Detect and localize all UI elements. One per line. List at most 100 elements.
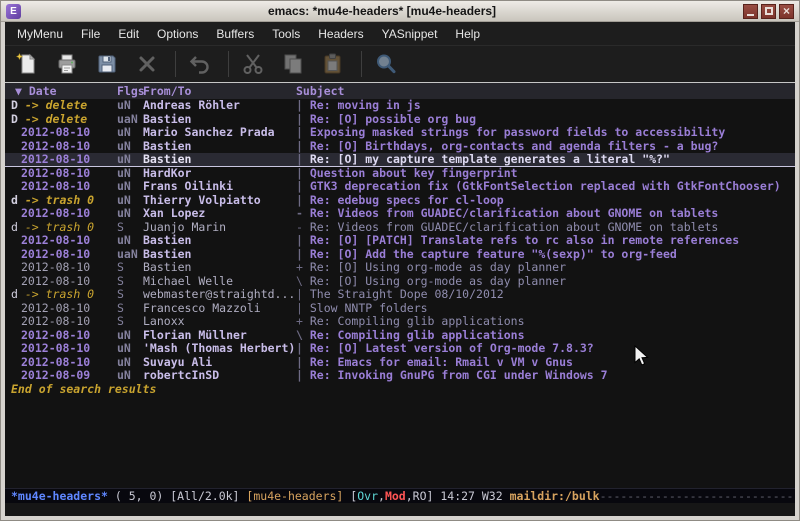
undo-icon[interactable] <box>186 50 214 78</box>
modeline-plain: ( 5, 0) <box>108 489 170 503</box>
close-icon[interactable] <box>133 50 161 78</box>
print-icon[interactable] <box>53 50 81 78</box>
thread-prefix: | <box>296 113 310 126</box>
thread-prefix: | <box>296 180 310 193</box>
message-row[interactable]: d -> trash 0Swebmaster@straightd...| The… <box>5 288 795 302</box>
message-from: Bastien <box>143 234 296 248</box>
copy-icon[interactable] <box>279 50 307 78</box>
new-document-icon[interactable] <box>13 50 41 78</box>
search-icon[interactable] <box>372 50 400 78</box>
message-date: 2012-08-10 <box>11 275 117 289</box>
message-row[interactable]: 2012-08-10SLanoxx+ Re: Compiling glib ap… <box>5 315 795 329</box>
message-from: Mario Sanchez Prada <box>143 126 296 140</box>
message-row[interactable]: 2012-08-10uNMario Sanchez Prada| Exposin… <box>5 126 795 140</box>
title-bar[interactable]: E emacs: *mu4e-headers* [mu4e-headers] × <box>1 1 799 22</box>
message-flags: S <box>117 221 143 235</box>
message-subject: | Exposing masked strings for password f… <box>296 126 795 140</box>
menu-headers[interactable]: Headers <box>309 24 372 44</box>
column-header-subject[interactable]: Subject <box>296 83 795 99</box>
message-date: 2012-08-09 <box>11 369 117 383</box>
message-row[interactable]: 2012-08-10uNBastien| Re: [O] my capture … <box>5 153 795 167</box>
message-flags: uN <box>117 180 143 194</box>
message-flags: S <box>117 302 143 316</box>
emacs-icon[interactable]: E <box>6 4 21 19</box>
minimize-button[interactable] <box>743 4 758 19</box>
message-row[interactable]: D -> deleteuaNBastien| Re: [O] possible … <box>5 113 795 127</box>
thread-prefix: - <box>296 221 310 234</box>
close-button[interactable]: × <box>779 4 794 19</box>
message-from: robertcInSD <box>143 369 296 383</box>
thread-prefix: + <box>296 315 310 328</box>
message-from: HardKor <box>143 167 296 181</box>
message-date: 2012-08-10 <box>11 167 117 181</box>
menu-edit[interactable]: Edit <box>109 24 148 44</box>
message-row[interactable]: 2012-08-10uNFrans Oilinki| GTK3 deprecat… <box>5 180 795 194</box>
message-row[interactable]: 2012-08-10uNHardKor| Question about key … <box>5 167 795 181</box>
message-row[interactable]: 2012-08-10uNSuvayu Ali| Re: Emacs for em… <box>5 356 795 370</box>
message-row[interactable]: 2012-08-10uNFlorian Müllner\ Re: Compili… <box>5 329 795 343</box>
message-date: 2012-08-10 <box>11 140 117 154</box>
message-date: 2012-08-10 <box>11 180 117 194</box>
message-row[interactable]: 2012-08-10uaNBastien| Re: [O] Add the ca… <box>5 248 795 262</box>
message-row[interactable]: D -> deleteuNAndreas Röhler| Re: moving … <box>5 99 795 113</box>
message-row[interactable]: 2012-08-10uNBastien| Re: [O] Birthdays, … <box>5 140 795 154</box>
message-row[interactable]: 2012-08-10uN'Mash (Thomas Herbert)| Re: … <box>5 342 795 356</box>
thread-prefix: | <box>296 194 310 207</box>
message-subject: | Re: [O] Add the capture feature "%(sex… <box>296 248 795 262</box>
thread-prefix: | <box>296 126 310 139</box>
message-from: Bastien <box>143 140 296 154</box>
message-date: 2012-08-10 <box>11 342 117 356</box>
mode-line[interactable]: *mu4e-headers* ( 5, 0) [All/2.0k] [mu4e-… <box>5 488 795 503</box>
menu-mymenu[interactable]: MyMenu <box>8 24 72 44</box>
message-subject: | Re: edebug specs for cl-loop <box>296 194 795 208</box>
header-line: ▼ Date Flgs From/To Subject <box>5 83 795 99</box>
message-row[interactable]: d -> trash 0uNThierry Volpiatto| Re: ede… <box>5 194 795 208</box>
message-row[interactable]: 2012-08-09uNrobertcInSD| Re: Invoking Gn… <box>5 369 795 383</box>
message-subject: | Re: moving in js <box>296 99 795 113</box>
message-row[interactable]: 2012-08-10uNXan Lopez- Re: Videos from G… <box>5 207 795 221</box>
column-header-from[interactable]: From/To <box>143 83 296 99</box>
message-row[interactable]: 2012-08-10SFrancesco Mazzoli| Slow NNTP … <box>5 302 795 316</box>
menu-help[interactable]: Help <box>446 24 489 44</box>
message-mark: d -> trash 0 <box>11 221 117 235</box>
message-row[interactable]: 2012-08-10SBastien+ Re: [O] Using org-mo… <box>5 261 795 275</box>
message-date: 2012-08-10 <box>11 248 117 262</box>
message-subject: | Re: [O] Latest version of Org-mode 7.8… <box>296 342 795 356</box>
modeline-dashes: ----------------------------------------… <box>600 489 795 503</box>
menu-buffers[interactable]: Buffers <box>207 24 263 44</box>
menu-tools[interactable]: Tools <box>263 24 309 44</box>
menu-yasnippet[interactable]: YASnippet <box>373 24 447 44</box>
thread-prefix: | <box>296 234 310 247</box>
thread-prefix: \ <box>296 275 310 288</box>
menu-options[interactable]: Options <box>148 24 207 44</box>
thread-prefix: | <box>296 153 310 166</box>
message-date: 2012-08-10 <box>11 126 117 140</box>
maximize-button[interactable] <box>761 4 776 19</box>
message-from: Bastien <box>143 113 296 127</box>
echo-area[interactable] <box>5 503 795 516</box>
message-subject: \ Re: [O] Using org-mode as day planner <box>296 275 795 289</box>
message-list: D -> deleteuNAndreas Röhler| Re: moving … <box>5 99 795 383</box>
thread-prefix: \ <box>296 329 310 342</box>
message-row[interactable]: 2012-08-10uNBastien| Re: [O] [PATCH] Tra… <box>5 234 795 248</box>
thread-prefix: | <box>296 356 310 369</box>
thread-prefix: | <box>296 302 310 315</box>
message-flags: uaN <box>117 113 143 127</box>
message-row[interactable]: d -> trash 0SJuanjo Marin- Re: Videos fr… <box>5 221 795 235</box>
message-flags: uN <box>117 234 143 248</box>
message-flags: uN <box>117 369 143 383</box>
column-header-flags[interactable]: Flgs <box>117 83 143 99</box>
paste-icon[interactable] <box>319 50 347 78</box>
cut-icon[interactable] <box>239 50 267 78</box>
message-row[interactable]: 2012-08-10SMichael Welle\ Re: [O] Using … <box>5 275 795 289</box>
thread-prefix: | <box>296 167 310 180</box>
message-subject: - Re: Videos from GUADEC/clarification a… <box>296 221 795 235</box>
message-subject: | Re: [O] my capture template generates … <box>296 153 795 166</box>
save-icon[interactable] <box>93 50 121 78</box>
menu-file[interactable]: File <box>72 24 109 44</box>
message-flags: uN <box>117 167 143 181</box>
thread-prefix: - <box>296 207 310 220</box>
column-header-date[interactable]: ▼ Date <box>11 83 117 99</box>
mu4e-headers-buffer: ▼ Date Flgs From/To Subject D -> deleteu… <box>5 82 795 516</box>
message-mark: d -> trash 0 <box>11 194 117 208</box>
